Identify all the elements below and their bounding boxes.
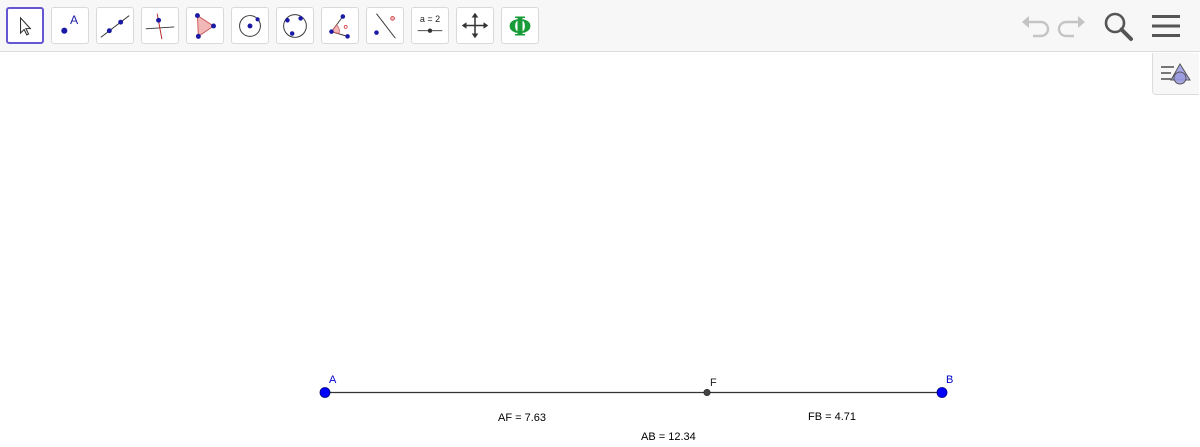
slider-icon: a = 2	[417, 14, 443, 33]
cursor-arrow-icon	[20, 16, 32, 36]
undo-icon	[1022, 16, 1050, 38]
measurement-fb: FB = 4.71	[808, 411, 856, 423]
construction-drawing: A F B AF = 7.63 FB = 4.71 AB = 12.34	[319, 374, 953, 443]
search-icon	[1104, 12, 1133, 41]
move-arrows-icon	[461, 12, 489, 39]
point-icon: A	[61, 13, 79, 34]
line-through-points-icon	[100, 15, 130, 38]
slider-tool-glyph: a = 2	[420, 14, 440, 24]
custom-phi-tool-button[interactable]: Φ	[501, 7, 539, 44]
circle-center-point-tool-button[interactable]	[231, 7, 269, 44]
polygon-icon	[194, 13, 216, 39]
point-b-label: B	[946, 374, 953, 386]
perpendicular-line-icon	[145, 13, 175, 40]
point-b[interactable]	[936, 387, 948, 398]
point-a[interactable]	[319, 387, 331, 398]
reflect-about-line-tool-button[interactable]	[366, 7, 404, 44]
search-button[interactable]	[1102, 10, 1134, 42]
angle-tool-button[interactable]	[321, 7, 359, 44]
measurement-af: AF = 7.63	[498, 412, 546, 424]
point-f[interactable]	[703, 388, 711, 396]
angle-icon	[329, 14, 350, 39]
perpendicular-line-tool-button[interactable]	[141, 7, 179, 44]
circle-three-points-tool-button[interactable]	[276, 7, 314, 44]
point-a-label: A	[329, 374, 337, 386]
menu-button[interactable]	[1150, 10, 1182, 42]
point-f-label: F	[710, 377, 717, 389]
slider-tool-button[interactable]: a = 2	[411, 7, 449, 44]
circle-center-icon	[239, 15, 261, 37]
redo-button[interactable]	[1056, 10, 1088, 42]
line-tool-button[interactable]	[96, 7, 134, 44]
menu-icon	[1152, 15, 1180, 37]
point-tool-glyph: A	[70, 13, 79, 27]
reflect-line-icon	[374, 13, 396, 39]
move-graphics-view-tool-button[interactable]	[456, 7, 494, 44]
phi-icon: Φ	[508, 11, 531, 42]
polygon-tool-button[interactable]	[186, 7, 224, 44]
circle-three-points-icon	[283, 14, 307, 38]
measurement-ab: AB = 12.34	[641, 431, 696, 443]
graphics-view[interactable]: A F B AF = 7.63 FB = 4.71 AB = 12.34	[0, 53, 1200, 447]
move-tool-button[interactable]	[6, 7, 44, 44]
point-tool-button[interactable]: A	[51, 7, 89, 44]
undo-button[interactable]	[1019, 10, 1051, 42]
phi-tool-glyph: Φ	[508, 11, 531, 42]
toolbar: A a = 2 Φ	[0, 0, 1200, 52]
redo-icon	[1057, 16, 1085, 38]
